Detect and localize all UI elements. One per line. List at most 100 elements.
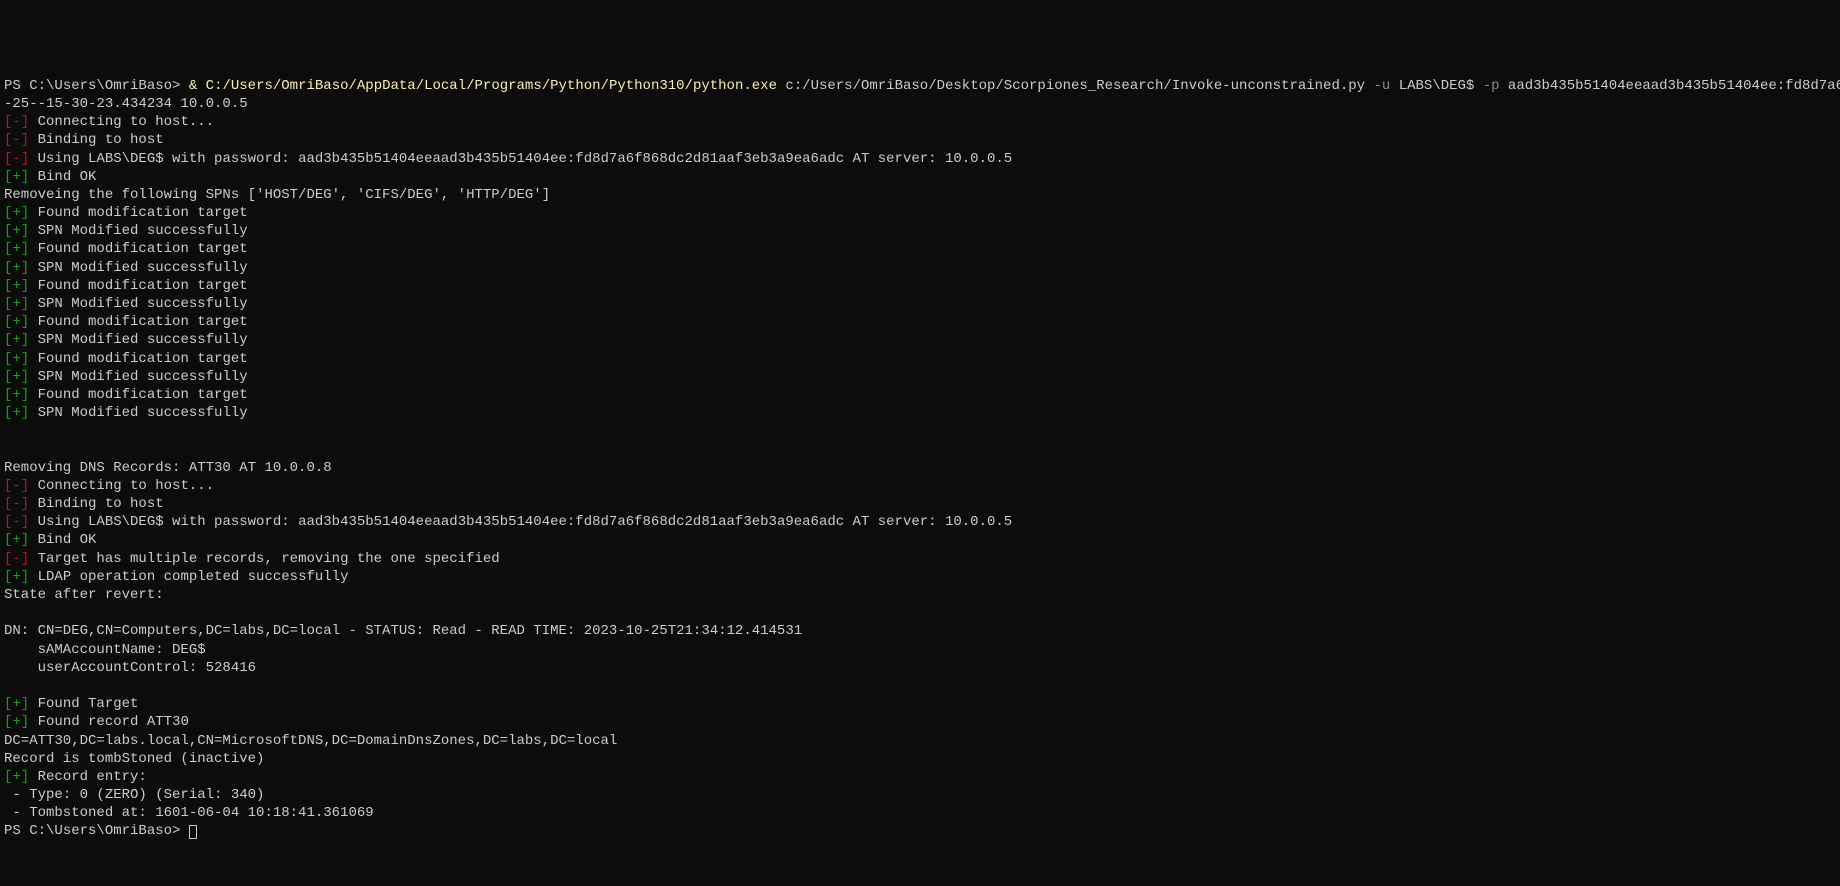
output-line: [+] Found modification target xyxy=(4,204,1836,222)
output-line: [-] Binding to host xyxy=(4,495,1836,513)
output-line: [+] Found modification target xyxy=(4,313,1836,331)
output-text: Found modification target xyxy=(29,387,247,403)
output-line: [+] Found record ATT30 xyxy=(4,713,1836,731)
cursor-icon xyxy=(189,825,197,839)
status-plus-icon: [+] xyxy=(4,241,29,257)
amp-op: & xyxy=(189,78,206,94)
output-text: SPN Modified successfully xyxy=(29,296,247,312)
blank-line xyxy=(4,441,1836,459)
ps-path: C:\Users\OmriBaso xyxy=(29,78,172,94)
status-plus-icon: [+] xyxy=(4,769,29,785)
output-line: [+] SPN Modified successfully xyxy=(4,222,1836,240)
blank-line xyxy=(4,422,1836,440)
terminal-output[interactable]: PS C:\Users\OmriBaso> & C:/Users/OmriBas… xyxy=(4,77,1836,795)
output-text: Connecting to host... xyxy=(29,478,214,494)
output-line: [+] Found modification target xyxy=(4,350,1836,368)
output-line: [+] SPN Modified successfully xyxy=(4,404,1836,422)
output-line: [+] SPN Modified successfully xyxy=(4,331,1836,349)
output-text: LDAP operation completed successfully xyxy=(29,569,348,585)
arg-u: LABS\DEG$ xyxy=(1399,78,1475,94)
output-text: SPN Modified successfully xyxy=(29,405,247,421)
ps-prefix: PS xyxy=(4,78,29,94)
status-plus-icon: [+] xyxy=(4,387,29,403)
status-plus-icon: [+] xyxy=(4,332,29,348)
output-text: SPN Modified successfully xyxy=(29,223,247,239)
type-line: - Type: 0 (ZERO) (Serial: 340) xyxy=(4,786,1836,804)
status-plus-icon: [+] xyxy=(4,405,29,421)
status-minus-icon: [-] xyxy=(4,151,29,167)
output-text: Found modification target xyxy=(29,351,247,367)
output-text: Found modification target xyxy=(29,314,247,330)
output-text: Bind OK xyxy=(29,169,96,185)
output-line: [+] Found modification target xyxy=(4,240,1836,258)
status-plus-icon: [+] xyxy=(4,278,29,294)
ps-prefix: PS xyxy=(4,823,29,839)
output-line: [-] Using LABS\DEG$ with password: aad3b… xyxy=(4,150,1836,168)
flag-p: -p xyxy=(1474,78,1508,94)
output-text: Bind OK xyxy=(29,532,96,548)
sam-line: sAMAccountName: DEG$ xyxy=(4,641,1836,659)
status-minus-icon: [-] xyxy=(4,514,29,530)
output-text: Record entry: xyxy=(29,769,147,785)
output-text: Binding to host xyxy=(29,132,163,148)
status-minus-icon: [-] xyxy=(4,132,29,148)
status-minus-icon: [-] xyxy=(4,478,29,494)
output-line: [+] Bind OK xyxy=(4,531,1836,549)
output-text: Found modification target xyxy=(29,278,247,294)
command-line-1: PS C:\Users\OmriBaso> & C:/Users/OmriBas… xyxy=(4,77,1836,95)
status-minus-icon: [-] xyxy=(4,551,29,567)
output-line: [-] Binding to host xyxy=(4,131,1836,149)
blank-line xyxy=(4,604,1836,622)
output-text: Binding to host xyxy=(29,496,163,512)
status-plus-icon: [+] xyxy=(4,260,29,276)
output-text: Connecting to host... xyxy=(29,114,214,130)
status-plus-icon: [+] xyxy=(4,714,29,730)
status-minus-icon: [-] xyxy=(4,496,29,512)
output-line: [-] Connecting to host... xyxy=(4,477,1836,495)
removing-spns-line: Removeing the following SPNs ['HOST/DEG'… xyxy=(4,186,1836,204)
output-line: [-] Using LABS\DEG$ with password: aad3b… xyxy=(4,513,1836,531)
status-plus-icon: [+] xyxy=(4,532,29,548)
script-path: c:/Users/OmriBaso/Desktop/Scorpiones_Res… xyxy=(777,78,1365,94)
status-plus-icon: [+] xyxy=(4,169,29,185)
output-line: [+] Found Target xyxy=(4,695,1836,713)
output-text: SPN Modified successfully xyxy=(29,369,247,385)
dc-line: DC=ATT30,DC=labs.local,CN=MicrosoftDNS,D… xyxy=(4,732,1836,750)
status-plus-icon: [+] xyxy=(4,569,29,585)
status-plus-icon: [+] xyxy=(4,296,29,312)
output-line: [+] LDAP operation completed successfull… xyxy=(4,568,1836,586)
status-plus-icon: [+] xyxy=(4,223,29,239)
ps-gt: > xyxy=(172,78,189,94)
removing-dns-line: Removing DNS Records: ATT30 AT 10.0.0.8 xyxy=(4,459,1836,477)
output-line: [+] Found modification target xyxy=(4,277,1836,295)
status-plus-icon: [+] xyxy=(4,369,29,385)
output-text: Found Target xyxy=(29,696,138,712)
status-plus-icon: [+] xyxy=(4,351,29,367)
ps-path: C:\Users\OmriBaso xyxy=(29,823,172,839)
output-text: Found record ATT30 xyxy=(29,714,189,730)
tombstone-line: Record is tombStoned (inactive) xyxy=(4,750,1836,768)
status-plus-icon: [+] xyxy=(4,205,29,221)
tombstoned-at-line: - Tombstoned at: 1601-06-04 10:18:41.361… xyxy=(4,804,1836,822)
state-after-line: State after revert: xyxy=(4,586,1836,604)
flag-u: -u xyxy=(1365,78,1399,94)
output-line: [+] SPN Modified successfully xyxy=(4,295,1836,313)
blank-line xyxy=(4,677,1836,695)
output-text: Using LABS\DEG$ with password: aad3b435b… xyxy=(29,514,1012,530)
output-text: Found modification target xyxy=(29,205,247,221)
dn-line: DN: CN=DEG,CN=Computers,DC=labs,DC=local… xyxy=(4,622,1836,640)
output-text: Found modification target xyxy=(29,241,247,257)
status-plus-icon: [+] xyxy=(4,696,29,712)
output-text: Using LABS\DEG$ with password: aad3b435b… xyxy=(29,151,1012,167)
ps-gt: > xyxy=(172,823,189,839)
output-line: [+] SPN Modified successfully xyxy=(4,368,1836,386)
output-line: [+] SPN Modified successfully xyxy=(4,259,1836,277)
output-text: SPN Modified successfully xyxy=(29,260,247,276)
output-line: [-] Target has multiple records, removin… xyxy=(4,550,1836,568)
output-line: [+] Bind OK xyxy=(4,168,1836,186)
command-prompt-2: PS C:\Users\OmriBaso> xyxy=(4,822,1836,840)
output-text: SPN Modified successfully xyxy=(29,332,247,348)
uac-line: userAccountControl: 528416 xyxy=(4,659,1836,677)
output-line: [+] Record entry: xyxy=(4,768,1836,786)
output-text: Target has multiple records, removing th… xyxy=(29,551,499,567)
